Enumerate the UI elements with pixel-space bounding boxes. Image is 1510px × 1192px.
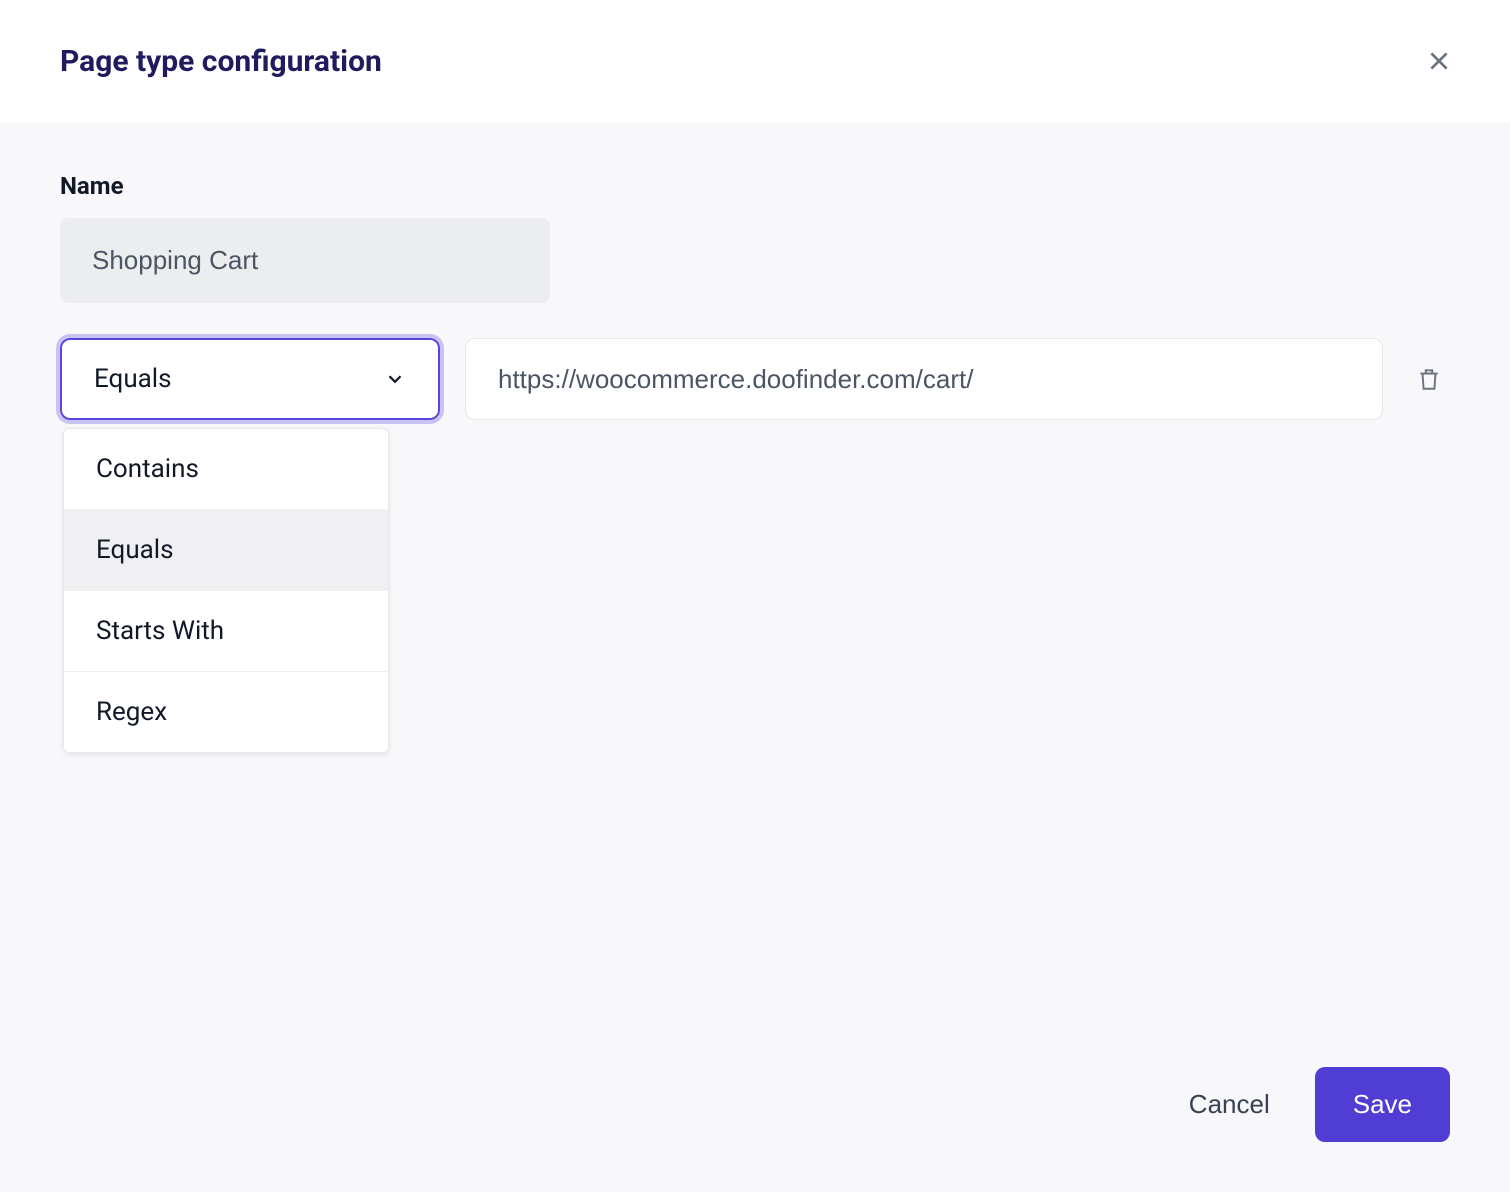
name-label: Name	[60, 172, 1450, 200]
operator-selected-label: Equals	[94, 364, 172, 394]
operator-dropdown-menu: Contains Equals Starts With Regex	[63, 428, 389, 753]
operator-select-wrapper: Equals Contains Equals Starts With Regex	[60, 338, 440, 420]
operator-option-regex[interactable]: Regex	[64, 672, 388, 752]
close-icon	[1426, 48, 1452, 74]
operator-option-equals[interactable]: Equals	[64, 510, 388, 591]
modal-body: Name Equals Contains Equals Starts With …	[0, 122, 1510, 1192]
modal-title: Page type configuration	[60, 44, 382, 79]
cancel-button[interactable]: Cancel	[1179, 1069, 1280, 1140]
trash-icon	[1416, 365, 1442, 393]
operator-option-starts-with[interactable]: Starts With	[64, 591, 388, 672]
delete-rule-button[interactable]	[1408, 357, 1450, 401]
modal-footer: Cancel Save	[1179, 1067, 1450, 1142]
url-input[interactable]	[465, 338, 1383, 420]
operator-option-contains[interactable]: Contains	[64, 429, 388, 510]
modal-container: Page type configuration Name Equals Cont…	[0, 0, 1510, 1192]
save-button[interactable]: Save	[1315, 1067, 1450, 1142]
rule-row: Equals Contains Equals Starts With Regex	[60, 338, 1450, 420]
close-button[interactable]	[1418, 40, 1460, 82]
name-input[interactable]	[60, 218, 550, 303]
modal-header: Page type configuration	[0, 0, 1510, 122]
operator-select[interactable]: Equals	[60, 338, 440, 420]
chevron-down-icon	[384, 368, 406, 390]
